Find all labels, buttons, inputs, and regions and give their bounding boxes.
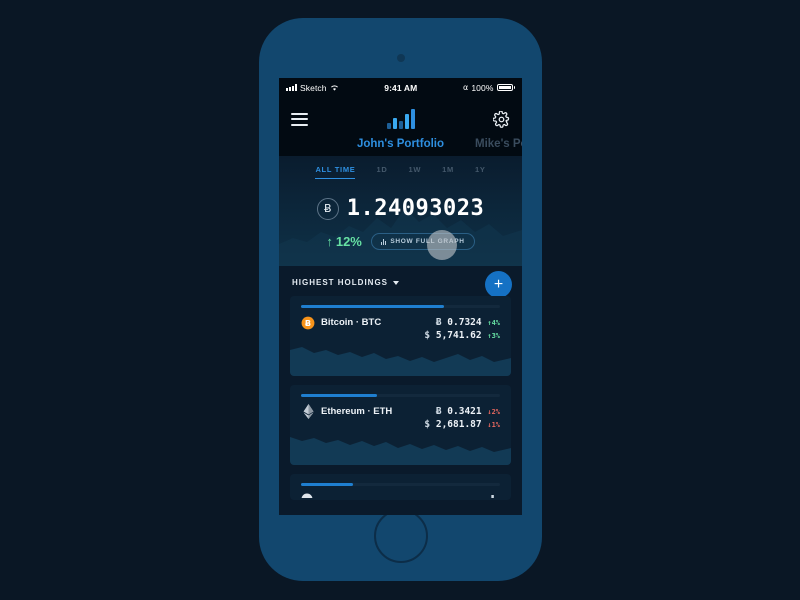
value-partial <box>488 492 500 498</box>
range-tab-1m[interactable]: 1M <box>442 165 454 179</box>
crypto-symbol: Ƀ <box>435 405 442 417</box>
holding-card-partial[interactable] <box>290 474 511 500</box>
bluetooth-icon: ⍺ <box>462 83 469 92</box>
balance-amount: 1.24093023 <box>346 196 485 221</box>
holdings-header: HIGHEST HOLDINGS + <box>279 266 522 298</box>
fiat-amount: 2,681.87 <box>435 419 482 431</box>
app-bar <box>279 97 522 141</box>
coin-fullname: Bitcoin <box>321 317 354 328</box>
range-tab-1w[interactable]: 1W <box>408 165 421 179</box>
holdings-list: Ƀ Bitcoin · BTC Ƀ 0.7324 ↑4% $ 5,741.62 … <box>279 296 522 500</box>
bitcoin-icon: Ƀ <box>301 316 315 330</box>
coin-ticker: ETH <box>373 406 393 417</box>
holdings-sort-dropdown[interactable]: HIGHEST HOLDINGS <box>292 278 400 287</box>
holdings-title-label: HIGHEST HOLDINGS <box>292 278 389 287</box>
battery-label: 100% <box>471 82 494 93</box>
camera-icon <box>396 54 405 62</box>
gear-icon[interactable] <box>492 109 510 128</box>
fiat-change-percent: 3% <box>491 332 500 341</box>
crypto-change-percent: 4% <box>491 318 500 327</box>
bitcoin-currency-icon[interactable]: Ƀ <box>316 197 339 220</box>
coin-ticker: BTC <box>361 317 382 328</box>
phone-frame: Sketch 9:41 AM ⍺ 100% John's Portfolio M… <box>259 18 542 581</box>
portfolio-tab-johns[interactable]: John's Portfolio <box>357 138 444 150</box>
fiat-symbol: $ <box>424 419 431 431</box>
hero-section: ALL TIME 1D 1W 1M 1Y Ƀ 1.24093023 ↑ 12% <box>279 156 522 266</box>
ethereum-icon <box>301 404 315 419</box>
coin-separator: · <box>355 317 360 328</box>
status-right: ⍺ 100% <box>463 83 515 93</box>
fiat-change-percent: 1% <box>491 421 500 430</box>
crypto-amount: 0.3421 <box>447 405 482 417</box>
holding-row: Ƀ Bitcoin · BTC Ƀ 0.7324 ↑4% $ 5,741.62 … <box>290 308 511 344</box>
crypto-symbol: Ƀ <box>435 316 442 328</box>
range-tab-1y[interactable]: 1Y <box>475 165 486 179</box>
fiat-amount: 5,741.62 <box>435 330 482 342</box>
holding-values: Ƀ 0.7324 ↑4% $ 5,741.62 ↑3% <box>424 316 500 344</box>
coin-identity: Ƀ Bitcoin · BTC <box>301 316 381 330</box>
time-range-tabs: ALL TIME 1D 1W 1M 1Y <box>279 165 522 179</box>
holding-row: Ethereum · ETH Ƀ 0.3421 ↓2% $ 2,681.87 ↓… <box>290 397 511 433</box>
fiat-symbol: $ <box>424 330 431 342</box>
range-tab-1d[interactable]: 1D <box>376 165 387 179</box>
battery-icon <box>496 83 513 92</box>
hero-footer: ↑ 12% SHOW FULL GRAPH <box>279 233 522 250</box>
fiat-value-row: $ 5,741.62 ↑3% <box>424 329 500 343</box>
fiat-value-row: $ 2,681.87 ↓1% <box>424 418 500 432</box>
coin-name-bitcoin: Bitcoin · BTC <box>321 317 381 328</box>
holding-values: Ƀ 0.3421 ↓2% $ 2,681.87 ↓1% <box>424 405 500 433</box>
crypto-amount: 0.7324 <box>447 316 482 328</box>
coin-separator: · <box>367 406 371 417</box>
portfolio-change: ↑ 12% <box>326 234 362 249</box>
hamburger-menu-icon[interactable] <box>291 112 308 126</box>
home-button[interactable] <box>373 509 428 563</box>
bar-chart-logo-icon <box>386 109 415 129</box>
holding-card-bitcoin[interactable]: Ƀ Bitcoin · BTC Ƀ 0.7324 ↑4% $ 5,741.62 … <box>290 296 511 376</box>
portfolio-tab-mikes[interactable]: Mike's Po <box>475 138 522 150</box>
balance-row: Ƀ 1.24093023 <box>279 196 522 221</box>
change-arrow-up-icon: ↑ <box>326 234 333 249</box>
portfolio-tabs: John's Portfolio Mike's Po <box>279 138 522 156</box>
coin-name-ethereum: Ethereum · ETH <box>321 406 392 417</box>
coin-icon-partial <box>301 492 313 498</box>
carrier-label: Sketch <box>300 82 327 93</box>
status-left: Sketch <box>286 83 339 93</box>
signal-icon <box>286 84 297 91</box>
range-tab-all-time[interactable]: ALL TIME <box>315 165 356 179</box>
svg-text:Ƀ: Ƀ <box>305 317 311 327</box>
bar-chart-icon <box>380 238 387 245</box>
coin-fullname: Ethereum <box>321 406 365 417</box>
show-full-graph-button[interactable]: SHOW FULL GRAPH <box>370 233 475 250</box>
wifi-icon <box>330 84 338 91</box>
clock-label: 9:41 AM <box>384 82 418 93</box>
holding-card-ethereum[interactable]: Ethereum · ETH Ƀ 0.3421 ↓2% $ 2,681.87 ↓… <box>290 385 511 465</box>
crypto-value-row: Ƀ 0.3421 ↓2% <box>424 405 500 419</box>
phone-screen: Sketch 9:41 AM ⍺ 100% John's Portfolio M… <box>279 78 522 515</box>
status-bar: Sketch 9:41 AM ⍺ 100% <box>279 78 522 97</box>
add-holding-button[interactable]: + <box>485 271 512 298</box>
change-percent: 12% <box>335 234 362 249</box>
coin-identity: Ethereum · ETH <box>301 404 392 419</box>
chevron-down-icon <box>393 280 400 285</box>
crypto-value-row: Ƀ 0.7324 ↑4% <box>424 316 500 330</box>
crypto-change-percent: 2% <box>491 407 500 416</box>
mouse-cursor <box>427 230 457 260</box>
